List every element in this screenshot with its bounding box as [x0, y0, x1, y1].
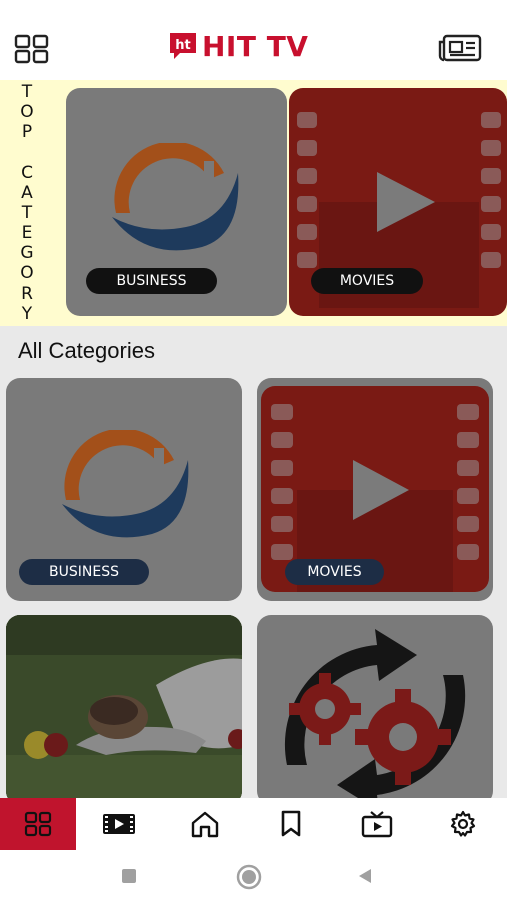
- bottom-navigation: [0, 798, 507, 850]
- business-growth-icon: [112, 143, 239, 251]
- category-label: BUSINESS: [86, 268, 217, 294]
- category-label: BUSINESS: [19, 559, 149, 585]
- category-card-movies[interactable]: MOVIES: [257, 378, 493, 601]
- nav-live-tv[interactable]: [334, 798, 420, 850]
- label-letter: P: [21, 122, 33, 143]
- category-card-business[interactable]: BUSINESS: [6, 378, 242, 601]
- business-growth-icon: [62, 430, 189, 538]
- app-logo: ht HIT TV: [168, 28, 308, 64]
- label-letter: O: [20, 263, 34, 284]
- recent-apps-button[interactable]: [121, 868, 137, 884]
- label-letter: T: [21, 202, 33, 223]
- section-title: All Categories: [18, 338, 155, 363]
- svg-text:ht: ht: [175, 38, 190, 53]
- label-letter: G: [20, 243, 34, 264]
- newspaper-icon: [438, 34, 482, 62]
- top-category-vertical-label: T O P C A T E G O R Y: [12, 82, 42, 324]
- category-label: MOVIES: [311, 268, 423, 294]
- label-letter: O: [20, 102, 34, 123]
- label-letter: R: [21, 283, 33, 304]
- back-triangle-icon: [359, 869, 371, 883]
- gear-icon: [450, 810, 476, 837]
- category-card-sports[interactable]: [6, 615, 242, 805]
- grid-icon: [24, 811, 52, 837]
- system-navigation-bar: [0, 850, 507, 900]
- home-icon: [191, 811, 219, 838]
- category-card-tech[interactable]: [257, 615, 493, 805]
- category-label: MOVIES: [285, 559, 384, 585]
- circle-icon: [236, 864, 262, 890]
- back-button[interactable]: [356, 867, 374, 885]
- app-header: ht HIT TV: [0, 0, 507, 80]
- label-letter: A: [21, 182, 33, 203]
- label-letter: T: [21, 82, 33, 102]
- label-letter: E: [21, 223, 33, 244]
- film-icon: [103, 814, 135, 834]
- nav-categories[interactable]: [0, 798, 76, 850]
- tv-play-icon: [361, 811, 393, 838]
- sports-photo: [6, 615, 242, 805]
- nav-settings[interactable]: [420, 798, 506, 850]
- top-category-card-movies[interactable]: MOVIES: [289, 88, 507, 316]
- logo-mark-icon: ht: [170, 33, 196, 59]
- label-letter: C: [21, 162, 33, 183]
- news-button[interactable]: [438, 34, 482, 62]
- gears-refresh-icon: [284, 629, 466, 805]
- app-title: HIT TV: [202, 29, 309, 63]
- nav-bookmarks[interactable]: [248, 798, 334, 850]
- grid-menu-button[interactable]: [14, 34, 50, 64]
- square-icon: [122, 869, 136, 883]
- nav-home[interactable]: [162, 798, 248, 850]
- bookmark-icon: [281, 810, 301, 837]
- top-category-card-business[interactable]: BUSINESS: [66, 88, 287, 316]
- label-letter: Y: [21, 303, 33, 324]
- nav-videos[interactable]: [76, 798, 162, 850]
- home-system-button[interactable]: [236, 864, 262, 890]
- grid-icon: [14, 34, 49, 64]
